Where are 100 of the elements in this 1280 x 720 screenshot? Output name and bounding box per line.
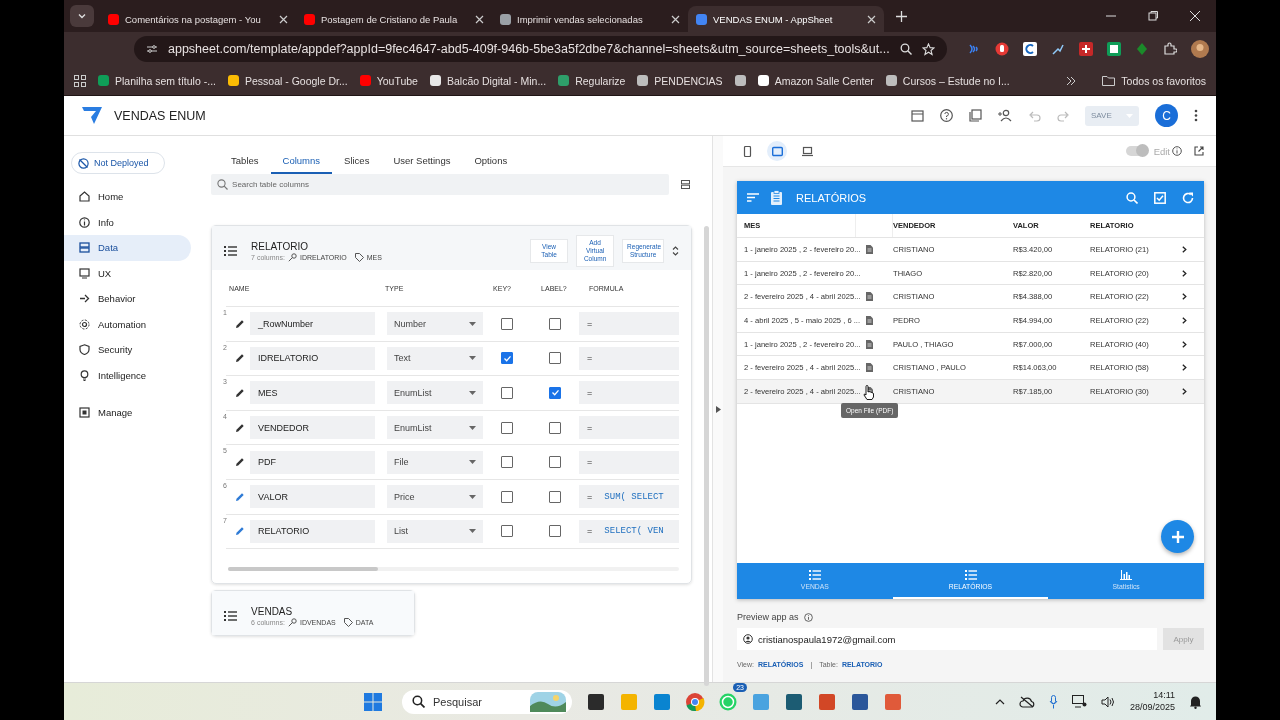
tablet-view-button[interactable] xyxy=(767,141,787,161)
table-name[interactable]: RELATORIO xyxy=(251,240,387,252)
file-icon[interactable] xyxy=(866,292,873,302)
volume-icon[interactable] xyxy=(1100,695,1116,708)
bookmark[interactable]: Pessoal - Google Dr... xyxy=(227,74,348,87)
label-checkbox[interactable] xyxy=(549,317,562,330)
type-dropdown[interactable]: File xyxy=(387,450,484,474)
more-bookmarks-icon[interactable] xyxy=(1066,75,1077,86)
bookmark[interactable]: Amazon Salle Center xyxy=(757,74,874,87)
notification-bell-icon[interactable] xyxy=(1189,694,1202,709)
edit-icon[interactable] xyxy=(235,457,246,468)
browser-icon[interactable] xyxy=(685,691,705,712)
view-toggle-icon[interactable] xyxy=(681,180,691,189)
scrollbar-thumb[interactable] xyxy=(704,226,710,686)
info-icon[interactable] xyxy=(1172,146,1182,156)
column-name-field[interactable]: RELATORIO xyxy=(250,519,376,543)
clock-time[interactable]: 14:11 xyxy=(1153,689,1175,702)
nav-item[interactable]: Automation xyxy=(64,311,192,337)
label-checkbox[interactable] xyxy=(549,456,562,469)
extension-icon[interactable] xyxy=(994,42,1009,56)
profile-avatar-icon[interactable] xyxy=(1190,40,1209,58)
formula-field[interactable]: = xyxy=(579,346,680,370)
virtual-edit-icon[interactable] xyxy=(235,491,246,502)
nav-item[interactable]: Intelligence xyxy=(64,362,192,388)
type-dropdown[interactable]: Text xyxy=(387,346,484,370)
email-field[interactable]: cristianospaula1972@gmail.com xyxy=(737,628,1157,650)
column-name-field[interactable]: _RowNumber xyxy=(250,312,376,336)
chevron-up-icon[interactable] xyxy=(994,698,1005,705)
nav-item[interactable]: Home xyxy=(64,184,192,210)
key-checkbox[interactable] xyxy=(501,525,514,538)
data-tab[interactable]: Options xyxy=(462,155,520,174)
search-icon[interactable] xyxy=(1126,191,1138,204)
new-tab-icon[interactable] xyxy=(896,10,907,22)
checkbox-icon[interactable] xyxy=(1154,191,1166,204)
browser-tab[interactable]: VENDAS ENUM - AppSheet xyxy=(688,6,884,32)
data-tab[interactable]: Slices xyxy=(332,155,382,174)
formula-field[interactable]: = xyxy=(579,381,680,405)
type-dropdown[interactable]: EnumList xyxy=(387,381,484,405)
extension-icon[interactable] xyxy=(1022,42,1037,56)
data-tab[interactable]: User Settings xyxy=(381,155,463,174)
chevron-icon[interactable] xyxy=(1182,269,1187,277)
add-person-icon[interactable] xyxy=(998,109,1013,122)
zoom-icon[interactable] xyxy=(899,43,912,55)
key-checkbox[interactable] xyxy=(501,490,514,503)
taskbar-search-field[interactable]: Pesquisar xyxy=(402,689,572,714)
open-external-icon[interactable] xyxy=(1194,146,1204,156)
edit-icon[interactable] xyxy=(235,353,246,364)
app-icon[interactable] xyxy=(850,691,870,712)
app-icon[interactable] xyxy=(586,691,606,712)
formula-field[interactable]: = SELECT( VEN xyxy=(579,519,680,543)
type-dropdown[interactable]: Number xyxy=(387,312,484,336)
formula-field[interactable]: = xyxy=(579,312,680,336)
chevron-icon[interactable] xyxy=(1182,245,1187,253)
close-icon[interactable] xyxy=(279,14,288,24)
key-checkbox[interactable] xyxy=(501,317,514,330)
extensions-icon[interactable] xyxy=(1162,42,1177,56)
chevron-icon[interactable] xyxy=(1182,340,1187,348)
nav-item[interactable]: Security xyxy=(64,337,192,363)
edit-toggle[interactable] xyxy=(1125,146,1148,156)
label-checkbox[interactable] xyxy=(549,352,562,365)
user-avatar[interactable]: C xyxy=(1155,104,1178,127)
chevron-icon[interactable] xyxy=(1182,387,1187,395)
file-icon[interactable] xyxy=(866,363,873,373)
nav-item[interactable]: Behavior xyxy=(64,286,192,312)
app-icon[interactable] xyxy=(784,691,804,712)
apps-grid-icon[interactable] xyxy=(74,74,86,87)
column-name-field[interactable]: VALOR xyxy=(250,485,376,509)
help-icon[interactable] xyxy=(940,109,953,122)
microphone-icon[interactable] xyxy=(1048,694,1058,709)
edit-icon[interactable] xyxy=(235,318,246,329)
column-name-field[interactable]: VENDEDOR xyxy=(250,416,376,440)
column-name-field[interactable]: PDF xyxy=(250,450,376,474)
star-icon[interactable] xyxy=(921,42,935,56)
address-field[interactable]: appsheet.com/template/appdef?appId=9fec4647-abd5-409f-946b-5be3a5f2dbe7&channel=sheets&utm_source=sheets_tools&ut... xyxy=(134,36,947,62)
calendar-icon[interactable] xyxy=(911,109,924,122)
refresh-icon[interactable] xyxy=(1182,191,1194,204)
sort-icon[interactable] xyxy=(747,193,759,202)
add-button[interactable] xyxy=(1161,520,1194,553)
type-dropdown[interactable]: List xyxy=(387,519,484,543)
collapse-icon[interactable] xyxy=(672,246,680,256)
type-dropdown[interactable]: EnumList xyxy=(387,416,484,440)
bookmark-icon[interactable] xyxy=(734,75,746,86)
extension-icon[interactable] xyxy=(1050,42,1065,56)
chevron-icon[interactable] xyxy=(1182,316,1187,324)
close-icon[interactable] xyxy=(867,14,876,24)
close-icon[interactable] xyxy=(1190,11,1200,21)
key-checkbox[interactable] xyxy=(501,456,514,469)
column-name-field[interactable]: MES xyxy=(250,381,376,405)
tab-search-button[interactable] xyxy=(70,5,94,27)
clock-date[interactable]: 28/09/2025 xyxy=(1129,701,1175,714)
nav-item[interactable]: UX xyxy=(64,260,192,286)
formula-field[interactable]: = xyxy=(579,416,680,440)
type-dropdown[interactable]: Price xyxy=(387,485,484,509)
extension-icon[interactable] xyxy=(1078,42,1093,56)
all-bookmarks-button[interactable]: Todos os favoritos xyxy=(1102,74,1206,87)
close-icon[interactable] xyxy=(671,14,680,24)
bookmark[interactable]: Balcão Digital - Min... xyxy=(429,74,547,87)
more-icon[interactable] xyxy=(1194,109,1198,122)
chevron-icon[interactable] xyxy=(1182,364,1187,372)
key-checkbox[interactable] xyxy=(501,387,514,399)
